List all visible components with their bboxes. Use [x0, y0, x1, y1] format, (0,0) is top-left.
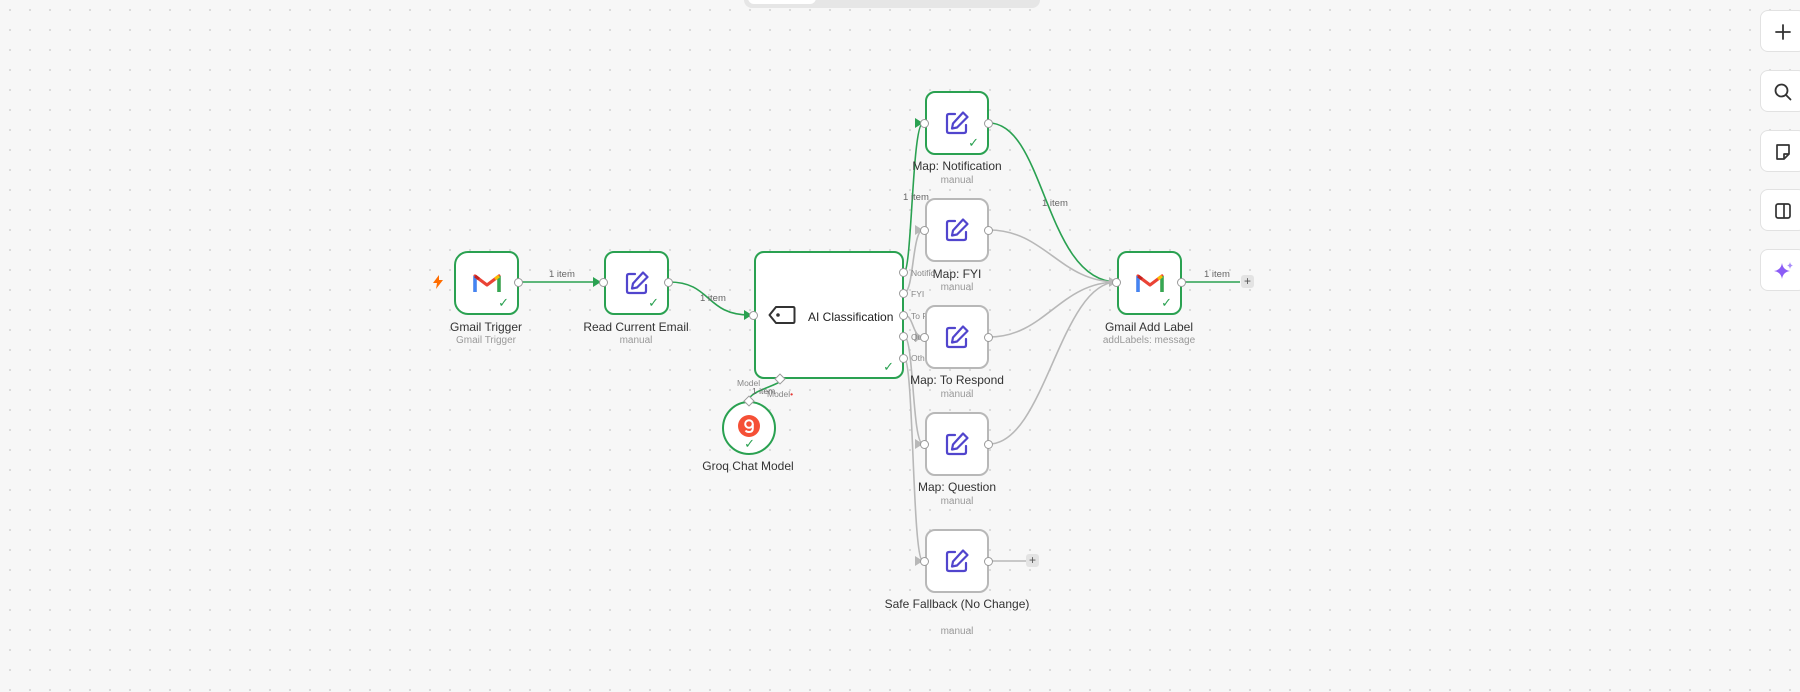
- node-title: Map: FYI: [932, 267, 982, 281]
- panel-icon: [1775, 203, 1791, 219]
- input-handle[interactable]: [920, 440, 929, 449]
- edit-icon: [945, 432, 969, 456]
- success-check-icon: ✓: [883, 359, 894, 374]
- ai-assistant-button[interactable]: [1760, 249, 1800, 291]
- node-title: Read Current Email: [583, 320, 689, 334]
- add-node-button[interactable]: [1760, 10, 1800, 52]
- sparkle-icon: [1774, 262, 1793, 279]
- edge-label: 1 item: [903, 192, 929, 203]
- edge-label: 1 item: [752, 386, 776, 396]
- node-subtitle: manual: [940, 282, 974, 293]
- output-handle[interactable]: [984, 226, 993, 235]
- input-handle[interactable]: [920, 557, 929, 566]
- node-title: Safe Fallback (No Change): [884, 597, 1030, 611]
- tag-icon: [768, 306, 796, 324]
- node-title: Groq Chat Model: [702, 459, 794, 473]
- edit-icon: [945, 218, 969, 242]
- edge-label: 1 item: [549, 269, 575, 280]
- node-subtitle: manual: [940, 626, 974, 637]
- input-handle[interactable]: [920, 119, 929, 128]
- output-handle[interactable]: [984, 440, 993, 449]
- node-map-fyi[interactable]: [925, 198, 989, 262]
- trigger-bolt-icon: [433, 275, 443, 289]
- toggle-panel-button[interactable]: [1760, 189, 1800, 231]
- node-title: Gmail Trigger: [449, 320, 523, 334]
- success-check-icon: ✓: [744, 436, 755, 451]
- output-handle[interactable]: [984, 333, 993, 342]
- input-handle[interactable]: [920, 333, 929, 342]
- output-handle-to-respond[interactable]: [899, 311, 908, 320]
- edit-icon: [945, 325, 969, 349]
- node-title: Map: Notification: [912, 159, 1002, 173]
- node-subtitle: Gmail Trigger: [455, 335, 516, 346]
- edit-icon: [945, 111, 969, 135]
- node-map-notification[interactable]: ✓: [925, 91, 989, 155]
- edit-icon: [625, 271, 649, 295]
- node-gmail-trigger[interactable]: ✓: [454, 251, 519, 315]
- add-next-node-button[interactable]: +: [1241, 275, 1254, 288]
- output-handle[interactable]: [984, 557, 993, 566]
- search-icon: [1774, 83, 1792, 101]
- output-handle[interactable]: [984, 119, 993, 128]
- sticky-note-button[interactable]: [1760, 130, 1800, 172]
- gmail-icon: [472, 274, 501, 292]
- output-handle[interactable]: [664, 278, 673, 287]
- groq-logo-icon: [738, 414, 760, 437]
- edge-question-label: [988, 281, 1118, 445]
- output-handle[interactable]: [1177, 278, 1186, 287]
- search-button[interactable]: [1760, 70, 1800, 112]
- success-check-icon: ✓: [1161, 295, 1172, 310]
- node-subtitle: manual: [940, 496, 974, 507]
- success-check-icon: ✓: [648, 295, 659, 310]
- sticky-note-icon: [1776, 144, 1790, 160]
- node-title: Map: To Respond: [910, 373, 1004, 387]
- plus-icon: [1775, 24, 1791, 40]
- edit-icon: [945, 549, 969, 573]
- node-safe-fallback[interactable]: [925, 529, 989, 593]
- success-check-icon: ✓: [498, 295, 509, 310]
- output-handle[interactable]: [514, 278, 523, 287]
- add-next-node-button[interactable]: +: [1026, 554, 1039, 567]
- edge-label: 1 item: [700, 293, 726, 304]
- node-title: Map: Question: [917, 480, 997, 494]
- input-handle[interactable]: [1112, 278, 1121, 287]
- success-check-icon: ✓: [968, 135, 979, 150]
- node-map-question[interactable]: [925, 412, 989, 476]
- edge-label: 1 item: [1204, 269, 1230, 280]
- node-gmail-add-label[interactable]: ✓: [1117, 251, 1182, 315]
- node-title: AI Classification: [808, 310, 894, 324]
- gmail-icon: [1135, 274, 1164, 292]
- output-handle-other[interactable]: [899, 354, 908, 363]
- input-handle[interactable]: [920, 226, 929, 235]
- node-groq-chat-model[interactable]: ✓: [722, 401, 776, 455]
- node-subtitle: addLabels: message: [1102, 335, 1196, 346]
- node-map-to-respond[interactable]: [925, 305, 989, 369]
- output-handle-question[interactable]: [899, 332, 908, 341]
- output-label: Oth: [911, 353, 925, 363]
- input-handle[interactable]: [749, 311, 758, 320]
- node-subtitle: manual: [940, 175, 974, 186]
- edge-label: 1 item: [1042, 198, 1068, 209]
- node-title: Gmail Add Label: [1104, 320, 1194, 334]
- node-read-current-email[interactable]: ✓: [604, 251, 669, 315]
- node-subtitle: manual: [940, 389, 974, 400]
- node-subtitle: manual: [619, 335, 653, 346]
- input-handle[interactable]: [599, 278, 608, 287]
